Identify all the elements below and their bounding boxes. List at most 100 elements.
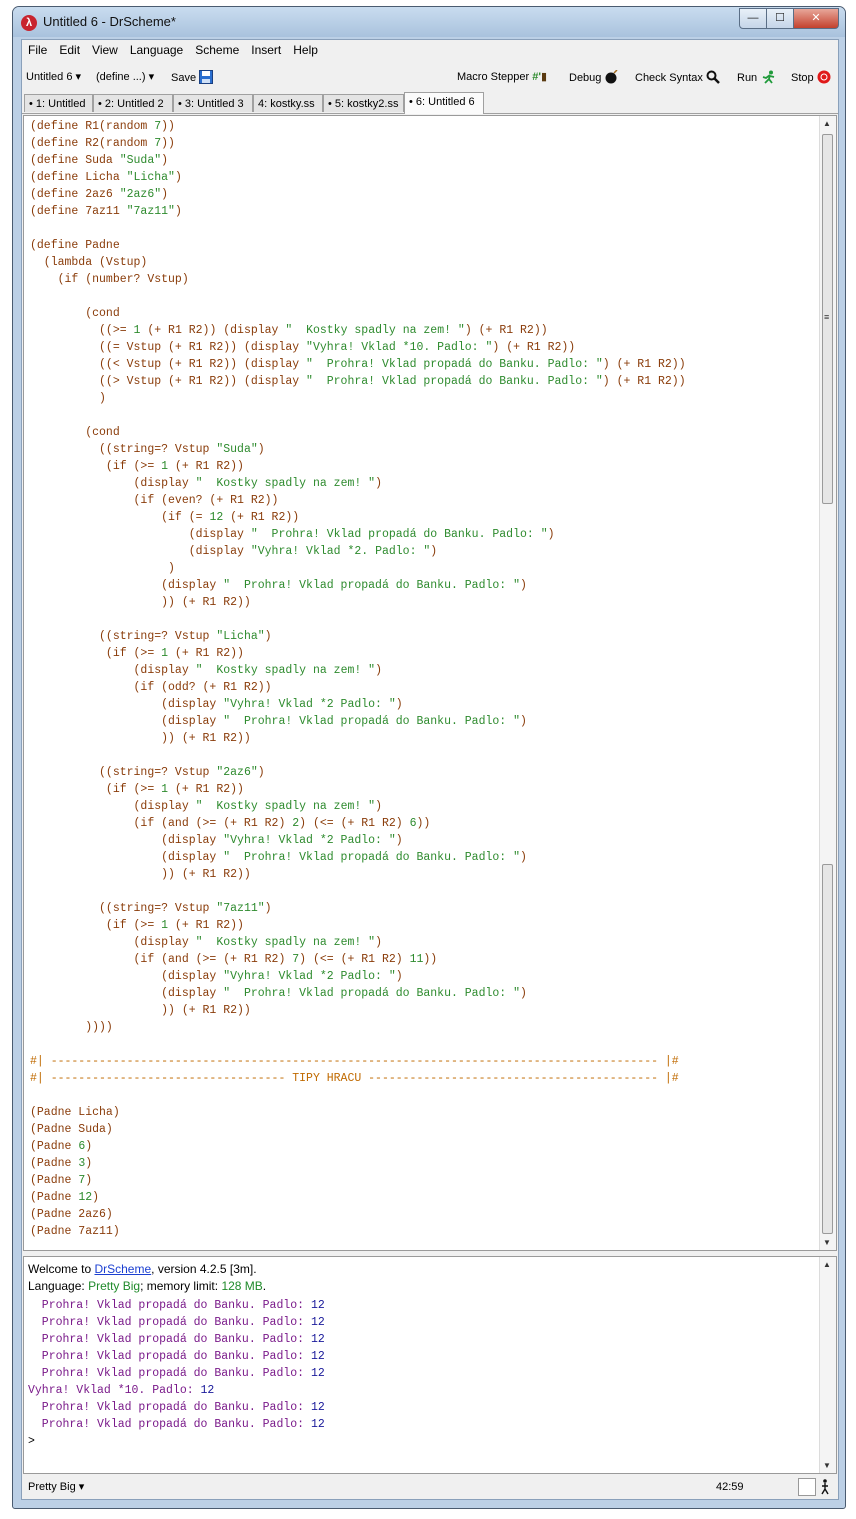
repl-output-line: Prohra! Vklad propadá do Banku. Padlo: 1… — [28, 1333, 325, 1346]
code-line: ) — [30, 392, 106, 405]
code-line: (display " Kostky spadly na zem! ") — [30, 477, 382, 490]
tab-bar: • 1: Untitled • 2: Untitled 2 • 3: Untit… — [22, 92, 838, 114]
code-line: )))) — [30, 1021, 113, 1034]
code-line: (define Suda "Suda") — [30, 154, 169, 167]
repl-scrollbar[interactable]: ▲ ▼ — [819, 1257, 836, 1473]
code-line: (cond — [30, 426, 120, 439]
client-area: File Edit View Language Scheme Insert He… — [21, 39, 839, 1500]
code-line: )) (+ R1 R2)) — [30, 1004, 251, 1017]
code-line: (Padne Licha) — [30, 1106, 120, 1119]
repl-output: Prohra! Vklad propadá do Banku. Padlo: 1… — [28, 1297, 325, 1450]
code-line: (display " Prohra! Vklad propadá do Bank… — [30, 851, 527, 864]
code-line: )) (+ R1 R2)) — [30, 596, 251, 609]
code-line: (display " Prohra! Vklad propadá do Bank… — [30, 715, 527, 728]
code-line: (display "Vyhra! Vklad *2 Padlo: ") — [30, 834, 403, 847]
code-line: (display " Prohra! Vklad propadá do Bank… — [30, 528, 555, 541]
code-line: ) — [30, 562, 175, 575]
macro-stepper-icon: #' — [532, 71, 541, 83]
repl-prompt[interactable]: > — [28, 1433, 325, 1450]
editor-scrollbar[interactable]: ▲ ≡ ▼ — [819, 116, 836, 1250]
code-line: (display " Kostky spadly na zem! ") — [30, 800, 382, 813]
code-line: )) (+ R1 R2)) — [30, 732, 251, 745]
menu-scheme[interactable]: Scheme — [189, 40, 245, 60]
menu-insert[interactable]: Insert — [245, 40, 287, 60]
code-line: ((string=? Vstup "Suda") — [30, 443, 265, 456]
code-line: #| -------------------------------------… — [30, 1055, 679, 1068]
walker-icon — [821, 1479, 829, 1495]
bomb-icon — [605, 69, 619, 84]
definitions-editor[interactable]: (define R1(random 7)) (define R2(random 7… — [23, 115, 837, 1251]
check-syntax-button[interactable]: Check Syntax — [635, 70, 720, 84]
tab-untitled-2[interactable]: • 2: Untitled 2 — [93, 94, 173, 112]
code-line: (Padne 3) — [30, 1157, 93, 1170]
menu-view[interactable]: View — [86, 40, 124, 60]
repl-output-line: Prohra! Vklad propadá do Banku. Padlo: 1… — [28, 1316, 325, 1329]
source-code[interactable]: (define R1(random 7)) (define R2(random 7… — [30, 118, 686, 1240]
drscheme-link[interactable]: DrScheme — [94, 1262, 151, 1276]
code-line: (display "Vyhra! Vklad *2 Padlo: ") — [30, 698, 403, 711]
language-dropdown[interactable]: Pretty Big ▾ — [28, 1475, 84, 1499]
menu-file[interactable]: File — [22, 40, 53, 60]
tab-untitled-6[interactable]: • 6: Untitled 6 — [404, 92, 484, 114]
tab-untitled-3[interactable]: • 3: Untitled 3 — [173, 94, 253, 112]
code-line: (Padne Suda) — [30, 1123, 113, 1136]
code-line: (define R1(random 7)) — [30, 120, 175, 133]
stop-button[interactable]: Stop — [791, 70, 831, 84]
code-line: (display "Vyhra! Vklad *2 Padlo: ") — [30, 970, 403, 983]
code-line: ((> Vstup (+ R1 R2)) (display " Prohra! … — [30, 375, 686, 388]
repl-output-line: Prohra! Vklad propadá do Banku. Padlo: 1… — [28, 1367, 325, 1380]
scroll-down-arrow-icon[interactable]: ▼ — [823, 1238, 831, 1247]
debug-button[interactable]: Debug — [569, 69, 619, 84]
status-box — [798, 1478, 816, 1496]
maximize-button[interactable]: ☐ — [766, 8, 794, 29]
code-line: ((string=? Vstup "2az6") — [30, 766, 265, 779]
repl-welcome: Welcome to DrScheme, version 4.2.5 [3m].… — [28, 1262, 267, 1293]
drscheme-logo-icon: λ — [21, 15, 37, 31]
run-button[interactable]: Run — [737, 70, 776, 84]
code-line: )) (+ R1 R2)) — [30, 868, 251, 881]
code-line: ((< Vstup (+ R1 R2)) (display " Prohra! … — [30, 358, 686, 371]
scroll-up-arrow-icon[interactable]: ▲ — [823, 119, 831, 128]
cursor-position: 42:59 — [716, 1481, 744, 1493]
app-window: λ Untitled 6 - DrScheme* — ☐ ✕ File Edit… — [12, 6, 846, 1509]
tab-untitled-1[interactable]: • 1: Untitled — [24, 94, 93, 112]
editor-scroll-thumb-lower[interactable] — [822, 864, 833, 1234]
tab-kostky2[interactable]: • 5: kostky2.ss — [323, 94, 404, 112]
code-line: (define R2(random 7)) — [30, 137, 175, 150]
menu-help[interactable]: Help — [287, 40, 324, 60]
macro-stepper-button[interactable]: Macro Stepper #'▮ — [457, 70, 547, 83]
repl-scroll-down-icon[interactable]: ▼ — [823, 1461, 831, 1470]
code-line: ((string=? Vstup "Licha") — [30, 630, 272, 643]
code-line: (display " Prohra! Vklad propadá do Bank… — [30, 987, 527, 1000]
code-line: (if (and (>= (+ R1 R2) 2) (<= (+ R1 R2) … — [30, 817, 431, 830]
code-line: (if (even? (+ R1 R2)) — [30, 494, 279, 507]
interactions-window[interactable]: Welcome to DrScheme, version 4.2.5 [3m].… — [23, 1256, 837, 1474]
title-bar[interactable]: λ Untitled 6 - DrScheme* — ☐ ✕ — [13, 7, 845, 37]
menu-edit[interactable]: Edit — [53, 40, 86, 60]
file-dropdown[interactable]: Untitled 6 ▾ — [26, 70, 81, 83]
close-button[interactable]: ✕ — [793, 8, 839, 29]
tab-kostky[interactable]: 4: kostky.ss — [253, 94, 323, 112]
code-line: (define 7az11 "7az11") — [30, 205, 182, 218]
minimize-button[interactable]: — — [739, 8, 767, 29]
code-line: (lambda (Vstup) — [30, 256, 148, 269]
floppy-disk-icon — [199, 70, 214, 84]
repl-scroll-up-icon[interactable]: ▲ — [823, 1260, 831, 1269]
code-line: (if (odd? (+ R1 R2)) — [30, 681, 272, 694]
code-line: (Padne 7) — [30, 1174, 93, 1187]
code-line: (display " Kostky spadly na zem! ") — [30, 936, 382, 949]
define-dropdown[interactable]: (define ...) ▾ — [96, 70, 154, 83]
code-line: (define Licha "Licha") — [30, 171, 182, 184]
repl-output-line: Prohra! Vklad propadá do Banku. Padlo: 1… — [28, 1350, 325, 1363]
repl-output-line: Prohra! Vklad propadá do Banku. Padlo: 1… — [28, 1401, 325, 1414]
save-button[interactable]: Save — [171, 70, 214, 84]
menu-language[interactable]: Language — [124, 40, 189, 60]
